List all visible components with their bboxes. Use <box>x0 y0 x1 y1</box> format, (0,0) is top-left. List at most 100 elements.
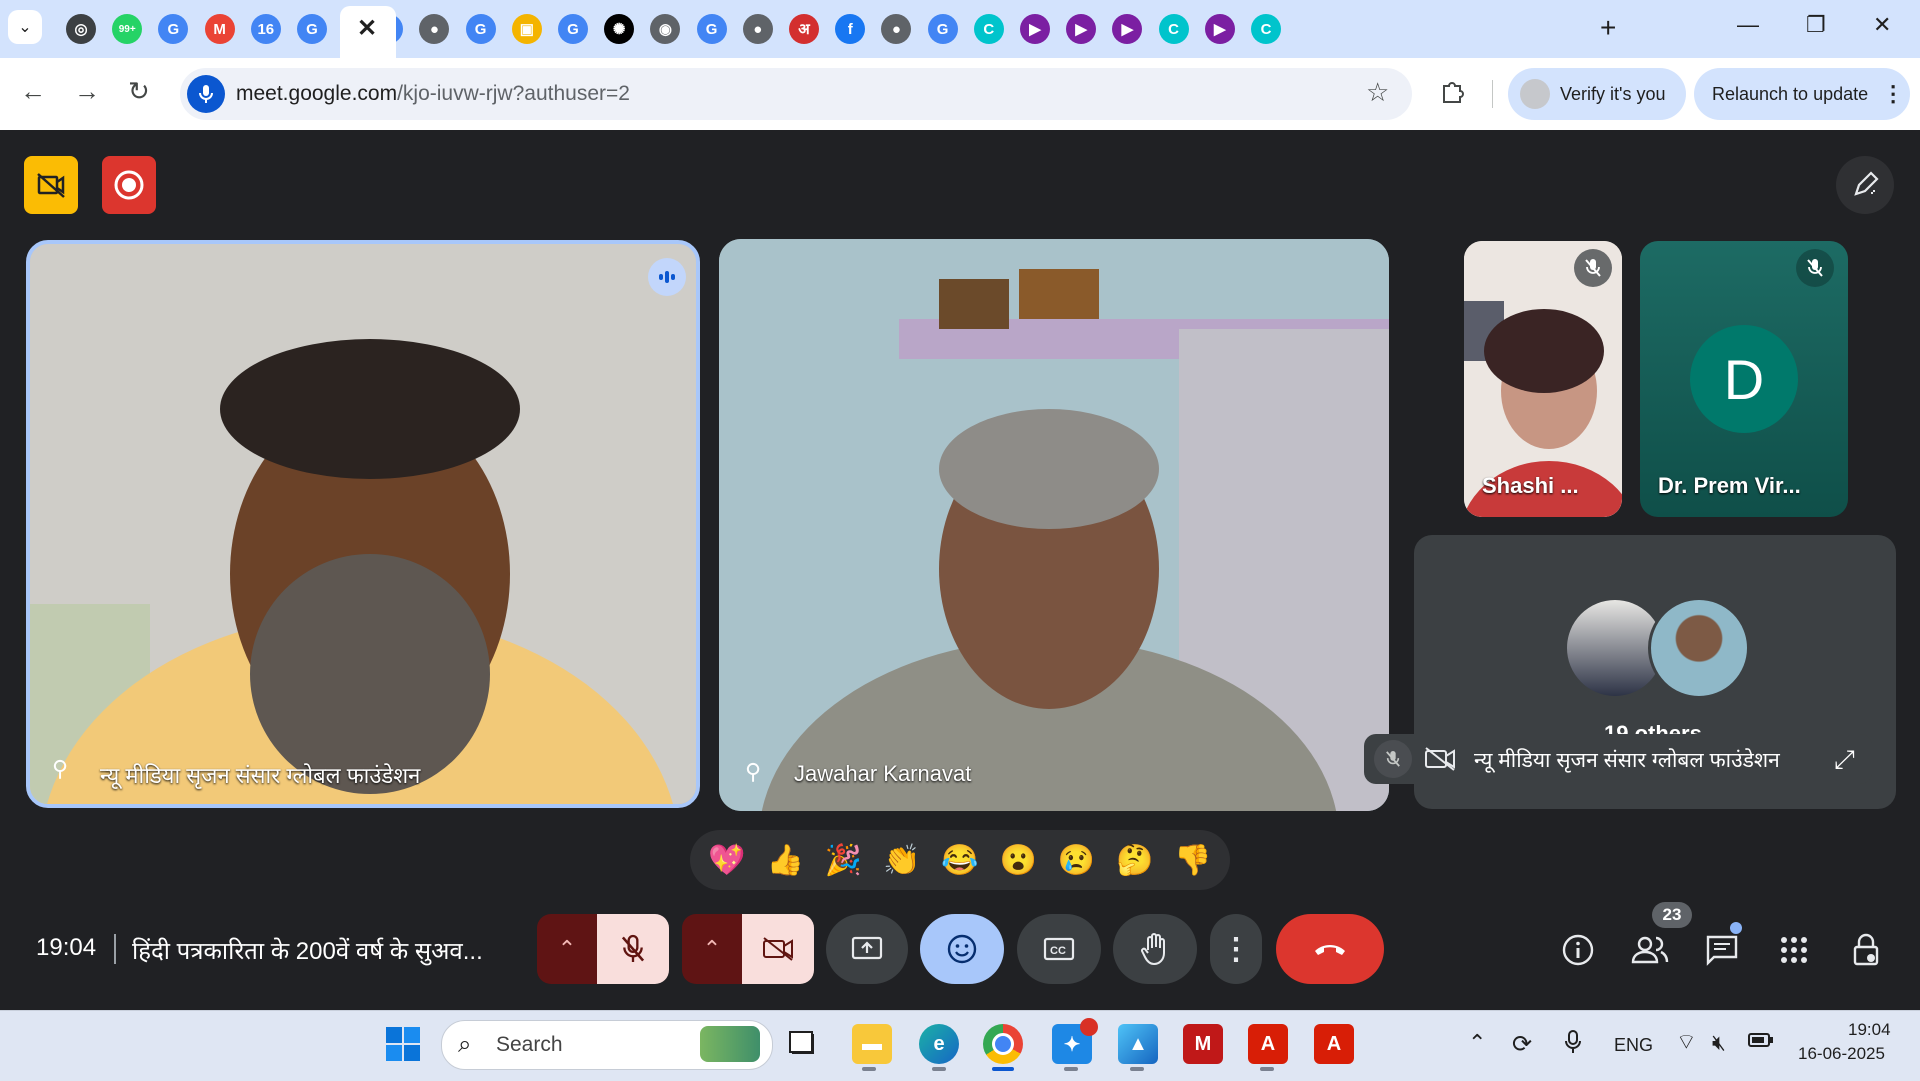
recording-icon[interactable] <box>102 156 156 214</box>
acrobat-reader-icon[interactable]: A <box>1314 1024 1354 1064</box>
language-indicator[interactable]: ENG <box>1614 1035 1653 1056</box>
reaction-emoji-3[interactable]: 🎉 <box>825 843 862 878</box>
acrobat-icon[interactable]: A <box>1248 1024 1288 1064</box>
raise-hand-button[interactable] <box>1113 914 1197 984</box>
taskbar-date[interactable]: 16-06-2025 <box>1798 1044 1885 1064</box>
verify-button[interactable]: Verify it's you <box>1508 68 1686 120</box>
host-controls-icon[interactable] <box>1846 930 1886 970</box>
taskbar-search-placeholder: Search <box>496 1033 563 1056</box>
windows-start-icon[interactable] <box>385 1026 421 1067</box>
meet-icon[interactable]: ▶ <box>1020 14 1050 44</box>
tab-search-button[interactable]: ⌄ <box>8 10 42 44</box>
audio-options-button[interactable]: ⌃ <box>537 914 597 984</box>
no-video-overlay-button[interactable] <box>24 156 78 214</box>
openai-icon[interactable]: ✺ <box>604 14 635 44</box>
more-options-button[interactable]: ⋮ <box>1210 914 1262 984</box>
microphone-toggle-button[interactable] <box>597 914 669 984</box>
video-options-button[interactable]: ⌃ <box>682 914 742 984</box>
chrome-taskbar-icon[interactable] <box>983 1024 1023 1064</box>
close-window-icon[interactable]: ✕ <box>1873 12 1891 38</box>
participant-tile-main[interactable]: ⚲ न्यू मीडिया सृजन संसार ग्लोबल फाउंडेशन <box>26 240 700 808</box>
google-icon[interactable]: G <box>696 14 727 44</box>
slides-icon[interactable]: ▣ <box>511 14 542 44</box>
participant-tile-prem[interactable]: D Dr. Prem Vir... <box>1640 241 1848 517</box>
google-icon[interactable]: G <box>558 14 588 44</box>
meeting-clock: 19:04 <box>36 934 97 961</box>
google-icon[interactable]: G <box>297 14 327 44</box>
meeting-title: हिंदी पत्रकारिता के 200वें वर्ष के सुअव.… <box>132 938 483 965</box>
running-indicator <box>1260 1067 1274 1071</box>
present-icon <box>851 936 883 960</box>
reaction-emoji-2[interactable]: 👍 <box>767 843 804 878</box>
pin-icon[interactable]: ⚲ <box>52 756 68 782</box>
chat-icon[interactable] <box>1702 930 1742 970</box>
mcafee-icon[interactable]: M <box>1183 1024 1223 1064</box>
forward-icon[interactable]: → <box>74 76 100 107</box>
photos-icon[interactable]: ▲ <box>1118 1024 1158 1064</box>
participant-count-badge: 23 <box>1652 902 1692 928</box>
meet-icon[interactable]: ▶ <box>1204 14 1235 44</box>
extensions-icon[interactable] <box>1440 78 1466 111</box>
tray-chevron-up-icon[interactable]: ⌃ <box>1468 1030 1486 1056</box>
meet-icon[interactable]: ▶ <box>1066 14 1097 44</box>
sync-icon[interactable]: ⟳ <box>1512 1030 1532 1059</box>
participant-tile-shashi[interactable]: Shashi ... <box>1464 241 1622 517</box>
pin-icon[interactable]: ⚲ <box>745 759 761 785</box>
gmail-icon[interactable]: M <box>204 14 235 44</box>
captions-button[interactable]: CC <box>1017 914 1101 984</box>
calendar-icon[interactable]: 16 <box>250 14 281 44</box>
amarujala-icon[interactable]: अ <box>789 14 819 44</box>
taskbar-time[interactable]: 19:04 <box>1848 1020 1891 1040</box>
back-icon[interactable]: ← <box>20 76 46 107</box>
globe-icon[interactable]: ● <box>742 14 773 44</box>
activities-icon[interactable] <box>1774 930 1814 970</box>
people-icon[interactable] <box>1630 930 1670 970</box>
reaction-emoji-4[interactable]: 👏 <box>883 843 920 878</box>
file-explorer-icon[interactable]: ▬ <box>852 1024 892 1064</box>
meeting-details-icon[interactable] <box>1558 930 1598 970</box>
relaunch-button[interactable]: Relaunch to update ⋮ <box>1694 68 1910 120</box>
participant-tile-second[interactable]: ⚲ Jawahar Karnavat <box>719 239 1389 811</box>
minimize-icon[interactable]: — <box>1737 12 1759 38</box>
google-icon[interactable]: G <box>465 14 496 44</box>
reload-icon[interactable]: ↻ <box>128 76 150 107</box>
site-info-icon[interactable] <box>187 75 225 113</box>
task-view-icon[interactable] <box>783 1024 823 1064</box>
url-text[interactable]: meet.google.com/kjo-iuvw-rjw?authuser=2 <box>236 82 630 106</box>
whatsapp-icon[interactable]: 99+ <box>112 14 143 44</box>
speaking-indicator-icon <box>648 258 686 296</box>
reaction-emoji-8[interactable]: 🤔 <box>1116 843 1153 878</box>
reactions-button[interactable] <box>920 914 1004 984</box>
facebook-icon[interactable]: f <box>835 14 866 44</box>
restore-icon[interactable]: ❐ <box>1806 12 1826 38</box>
speaker-muted-icon[interactable]: 🔇︎ <box>1712 1030 1726 1056</box>
toolbar-divider <box>1492 80 1493 108</box>
tray-mic-icon[interactable] <box>1564 1030 1582 1059</box>
reaction-emoji-9[interactable]: 👎 <box>1174 843 1211 878</box>
google-icon[interactable]: G <box>927 14 958 44</box>
more-menu-icon[interactable]: ⋮ <box>1882 81 1904 107</box>
present-screen-button[interactable] <box>826 914 908 984</box>
bookmark-star-icon[interactable]: ☆ <box>1366 77 1389 108</box>
camera-toggle-button[interactable] <box>742 914 814 984</box>
new-tab-button[interactable]: + <box>1600 12 1616 44</box>
canva-icon[interactable]: C <box>1251 14 1281 44</box>
participant-name: Jawahar Karnavat <box>794 761 972 786</box>
leave-call-button[interactable] <box>1276 914 1384 984</box>
edge-icon[interactable]: e <box>919 1024 959 1064</box>
participant-name: Shashi ... <box>1482 473 1579 498</box>
reaction-emoji-6[interactable]: 😮 <box>1000 843 1037 878</box>
expand-icon[interactable]: ⤢ <box>1834 744 1855 776</box>
chrome-icon[interactable]: ◎ <box>66 14 96 44</box>
captions-icon: CC <box>1043 937 1075 961</box>
battery-icon[interactable] <box>1748 1030 1774 1055</box>
reaction-emoji-7[interactable]: 😢 <box>1058 843 1095 878</box>
reaction-emoji-1[interactable]: 💖 <box>708 843 745 878</box>
reaction-emoji-5[interactable]: 😂 <box>941 843 978 878</box>
wifi-icon[interactable]: ⌔ <box>1676 1028 1697 1056</box>
canva-icon[interactable]: C <box>973 14 1004 44</box>
close-tab-icon[interactable]: ✕ <box>357 14 377 43</box>
edit-layout-icon[interactable] <box>1836 156 1894 214</box>
canva-icon[interactable]: C <box>1158 14 1189 44</box>
self-view-strip[interactable]: न्यू मीडिया सृजन संसार ग्लोबल फाउंडेशन ⤢ <box>1364 734 1872 784</box>
